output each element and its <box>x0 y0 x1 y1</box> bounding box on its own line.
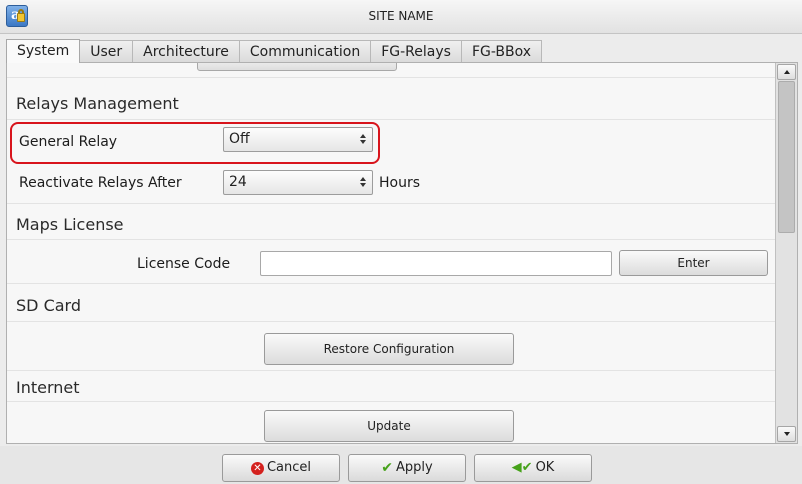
check-icon: ✔ <box>381 460 394 476</box>
update-button[interactable]: Update <box>264 410 514 442</box>
highlight-frame <box>10 122 380 164</box>
divider <box>7 239 775 240</box>
dialog-footer: ✕ Cancel ✔ Apply ◀✔ OK <box>0 446 802 484</box>
divider <box>7 77 775 78</box>
ok-label: OK <box>535 460 555 475</box>
reactivate-relays-select[interactable]: 24 <box>223 170 373 195</box>
tab-fg-relays[interactable]: FG-Relays <box>370 40 462 63</box>
ok-button[interactable]: ◀✔ OK <box>474 454 592 482</box>
divider <box>7 370 775 371</box>
scroll-content: Relays Management General Relay Off Reac… <box>7 63 775 443</box>
cancel-label: Cancel <box>266 460 312 475</box>
apply-label: Apply <box>396 460 433 475</box>
select-arrows-icon <box>360 177 366 188</box>
ok-arrow-icon: ◀✔ <box>511 460 533 475</box>
cancel-icon: ✕ <box>250 461 264 475</box>
tab-fg-bbox[interactable]: FG-BBox <box>460 40 543 63</box>
divider <box>7 203 775 204</box>
tab-communication[interactable]: Communication <box>238 40 372 63</box>
scroll-up-icon[interactable] <box>777 64 796 80</box>
enter-button[interactable]: Enter <box>619 250 768 276</box>
sd-card-title: SD Card <box>16 296 81 315</box>
license-code-input[interactable] <box>260 251 612 276</box>
tab-architecture[interactable]: Architecture <box>132 40 240 63</box>
apply-button[interactable]: ✔ Apply <box>348 454 466 482</box>
internet-title: Internet <box>16 378 80 397</box>
scrollbar-thumb[interactable] <box>778 81 795 233</box>
divider <box>7 119 775 120</box>
restore-configuration-button[interactable]: Restore Configuration <box>264 333 514 365</box>
divider <box>7 321 775 322</box>
divider <box>7 283 775 284</box>
license-code-label: License Code <box>137 256 231 272</box>
divider <box>7 401 775 402</box>
vertical-scrollbar[interactable] <box>775 63 797 443</box>
hours-unit-label: Hours <box>379 175 421 191</box>
maps-license-title: Maps License <box>16 215 124 234</box>
title-bar: a SITE NAME <box>0 0 802 34</box>
tab-system[interactable]: System <box>6 39 81 63</box>
tab-user[interactable]: User <box>79 40 134 63</box>
cancel-button[interactable]: ✕ Cancel <box>222 454 340 482</box>
relays-management-title: Relays Management <box>16 94 179 113</box>
window-title: SITE NAME <box>368 9 434 23</box>
system-panel: Relays Management General Relay Off Reac… <box>6 62 798 444</box>
scroll-down-icon[interactable] <box>777 426 796 442</box>
reactivate-relays-value: 24 <box>229 174 247 190</box>
tab-bar: System User Architecture Communication F… <box>6 39 543 63</box>
reactivate-relays-label: Reactivate Relays After <box>19 175 182 191</box>
partially-hidden-button[interactable] <box>197 63 397 71</box>
